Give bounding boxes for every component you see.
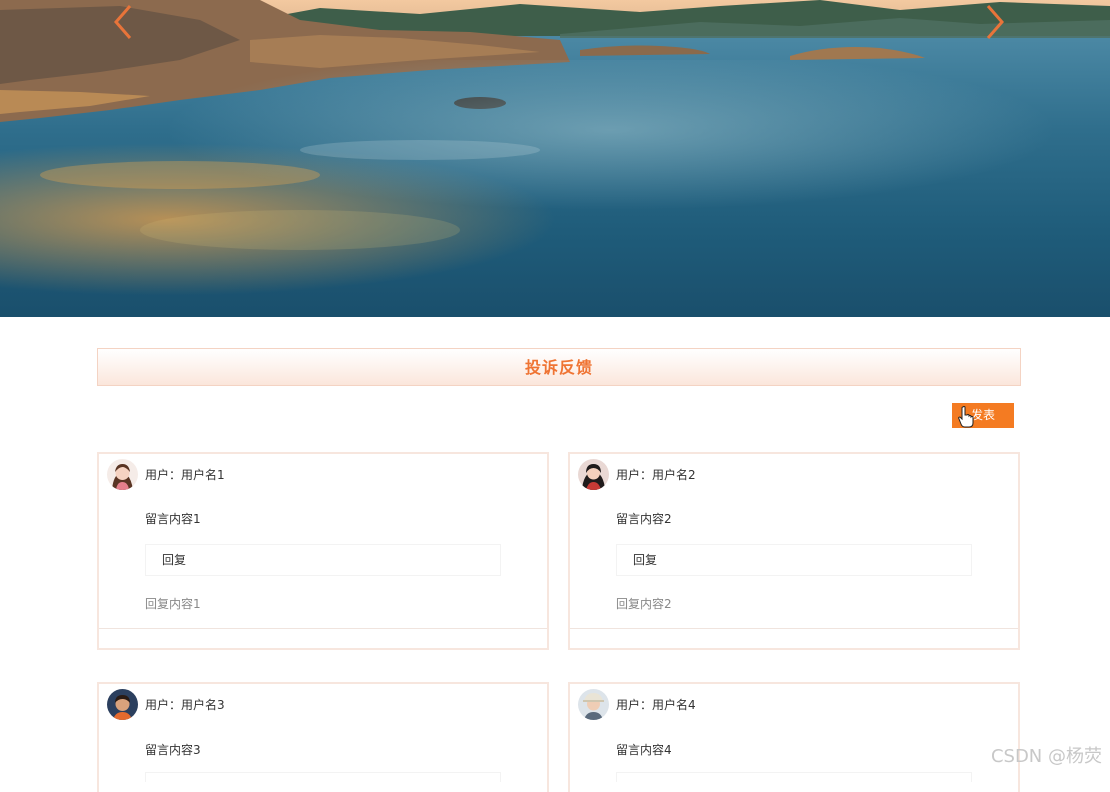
card-footer <box>99 628 547 648</box>
page-title: 投诉反馈 <box>97 348 1021 386</box>
username: 用户名3 <box>181 698 225 712</box>
feedback-card: 用户：用户名1 留言内容1 回复 回复内容1 <box>97 452 549 650</box>
male-avatar-icon <box>578 689 609 720</box>
message-content: 留言内容4 <box>616 743 672 757</box>
message-content: 留言内容3 <box>145 743 201 757</box>
user-label: 用户： <box>145 698 182 712</box>
watermark: CSDN @杨荧 <box>990 746 1102 767</box>
feedback-card: 用户：用户名2 留言内容2 回复 回复内容2 <box>568 452 1020 650</box>
reply-label: 回复 <box>616 544 972 576</box>
user-line: 用户：用户名4 <box>616 696 696 713</box>
user-label: 用户： <box>616 468 653 482</box>
message-content: 留言内容1 <box>145 512 201 526</box>
reply-content: 回复内容2 <box>616 597 672 611</box>
hero-banner <box>0 0 1110 317</box>
publish-button[interactable]: 发表 <box>952 403 1014 428</box>
username: 用户名1 <box>181 468 225 482</box>
user-line: 用户：用户名1 <box>145 466 225 483</box>
reply-content: 回复内容1 <box>145 597 201 611</box>
female-avatar-icon <box>578 459 609 490</box>
carousel-next-arrow[interactable] <box>980 0 1010 44</box>
reply-box <box>616 772 972 782</box>
user-line: 用户：用户名2 <box>616 466 696 483</box>
feedback-card: 用户：用户名3 留言内容3 <box>97 682 549 792</box>
user-line: 用户：用户名3 <box>145 696 225 713</box>
male-avatar-icon <box>107 689 138 720</box>
reply-box <box>145 772 501 782</box>
user-label: 用户： <box>145 468 182 482</box>
reply-label: 回复 <box>145 544 501 576</box>
user-label: 用户： <box>616 698 653 712</box>
feedback-card: 用户：用户名4 留言内容4 <box>568 682 1020 792</box>
message-content: 留言内容2 <box>616 512 672 526</box>
card-footer <box>570 628 1018 648</box>
carousel-prev-arrow[interactable] <box>108 0 138 44</box>
female-avatar-icon <box>107 459 138 490</box>
username: 用户名2 <box>652 468 696 482</box>
lake-landscape-image <box>0 0 1110 317</box>
username: 用户名4 <box>652 698 696 712</box>
